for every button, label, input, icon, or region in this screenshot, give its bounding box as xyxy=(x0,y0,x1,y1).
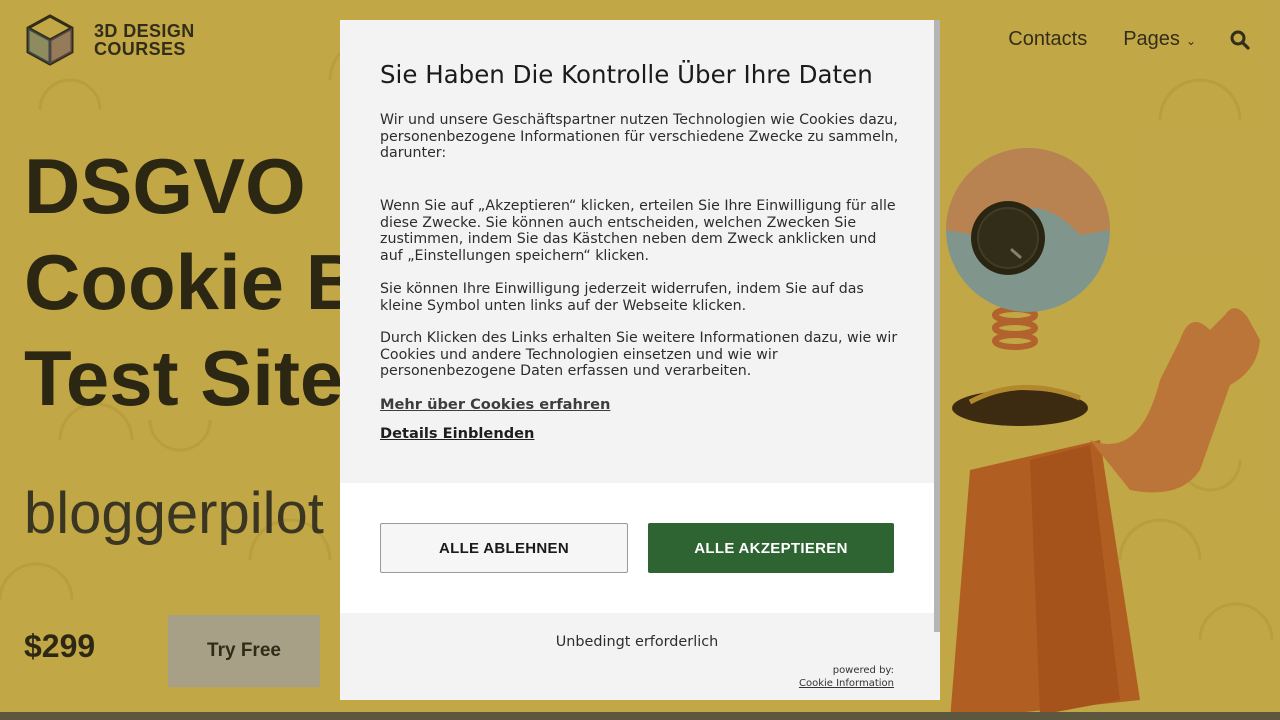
show-details-link[interactable]: Details Einblenden xyxy=(380,425,534,442)
powered-by: powered by: Cookie Information xyxy=(799,664,894,690)
powered-by-text: powered by: xyxy=(832,665,894,676)
dialog-scrollbar[interactable] xyxy=(934,20,940,632)
more-about-cookies-link[interactable]: Mehr über Cookies erfahren xyxy=(380,396,610,413)
dialog-title: Sie Haben Die Kontrolle Über Ihre Daten xyxy=(380,60,873,89)
dialog-paragraph-1: Wir und unsere Geschäftspartner nutzen T… xyxy=(380,112,899,162)
reject-all-button[interactable]: ALLE ABLEHNEN xyxy=(380,523,628,573)
accept-all-button[interactable]: ALLE AKZEPTIEREN xyxy=(648,523,894,573)
dialog-paragraph-4: Durch Klicken des Links erhalten Sie wei… xyxy=(380,330,898,380)
cookie-consent-dialog: Sie Haben Die Kontrolle Über Ihre Daten … xyxy=(340,20,940,700)
dialog-button-area: ALLE ABLEHNEN ALLE AKZEPTIEREN xyxy=(340,483,934,613)
strictly-necessary-label[interactable]: Unbedingt erforderlich xyxy=(340,634,934,650)
dialog-paragraph-3: Sie können Ihre Einwilligung jederzeit w… xyxy=(380,281,864,314)
dialog-scrollbar-thumb[interactable] xyxy=(934,20,940,632)
dialog-paragraph-2: Wenn Sie auf „Akzeptieren“ klicken, erte… xyxy=(380,198,896,264)
cookie-information-link[interactable]: Cookie Information xyxy=(799,677,894,690)
